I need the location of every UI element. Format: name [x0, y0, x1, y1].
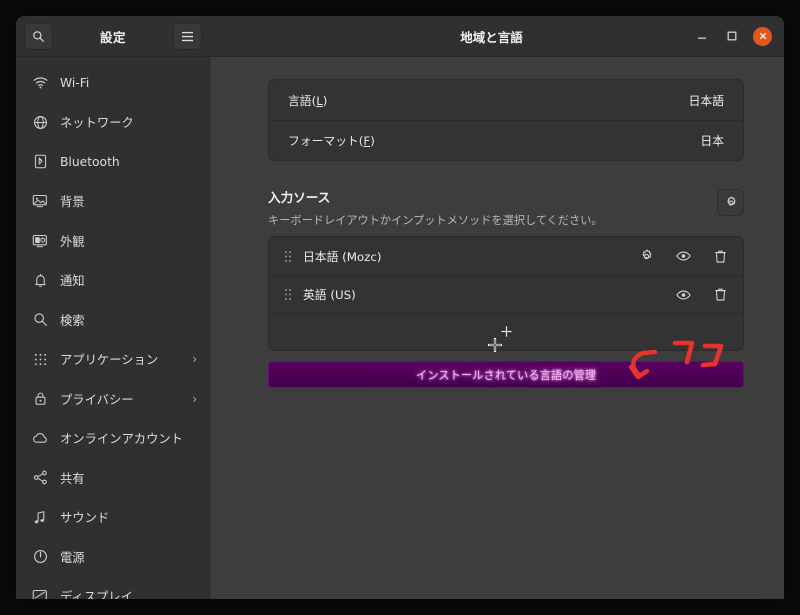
sidebar-item-label: 通知: [60, 271, 197, 289]
input-sources-list: 日本語 (Mozc): [268, 236, 744, 351]
language-card: 言語(L) 日本語 フォーマット(F) 日本: [268, 79, 744, 161]
window-body: Wi-Fi ネットワーク: [16, 57, 784, 599]
add-input-source-button[interactable]: [269, 313, 743, 350]
input-source-preview-icon[interactable]: [675, 286, 692, 303]
window-controls: [693, 27, 776, 46]
sidebar-item-display[interactable]: ディスプレイ: [16, 577, 209, 600]
close-button[interactable]: [753, 27, 772, 46]
settings-sidebar[interactable]: Wi-Fi ネットワーク: [16, 57, 210, 599]
lock-icon: [30, 391, 50, 406]
input-source-remove-icon[interactable]: [712, 286, 729, 303]
sidebar-header: 設定: [16, 16, 210, 56]
sidebar-item-label: オンラインアカウント: [60, 429, 197, 447]
input-sources-title: 入力ソース: [268, 187, 603, 206]
input-source-name: 日本語 (Mozc): [303, 248, 638, 265]
sidebar-item-label: アプリケーション: [60, 350, 192, 368]
input-source-actions: [675, 286, 729, 303]
apps-grid-icon: [30, 353, 50, 366]
sidebar-item-label: 電源: [60, 548, 197, 566]
sidebar-item-label: 外観: [60, 232, 197, 250]
sidebar-item-label: プライバシー: [60, 390, 192, 408]
input-source-preview-icon[interactable]: [675, 248, 692, 265]
sidebar-item-notifications[interactable]: 通知: [16, 261, 209, 301]
chevron-right-icon: ›: [192, 352, 199, 366]
minimize-button[interactable]: [693, 28, 710, 45]
sidebar-item-network[interactable]: ネットワーク: [16, 103, 209, 143]
desktop-background: 設定 地域と言語: [0, 0, 800, 615]
page-title: 地域と言語: [210, 27, 693, 46]
sidebar-item-background[interactable]: 背景: [16, 182, 209, 222]
sidebar-item-online-accounts[interactable]: オンラインアカウント: [16, 419, 209, 459]
input-source-row[interactable]: 日本語 (Mozc): [269, 237, 743, 275]
sidebar-item-wifi[interactable]: Wi-Fi: [16, 63, 209, 103]
sidebar-item-search[interactable]: 検索: [16, 300, 209, 340]
window-header-bar: 設定 地域と言語: [16, 16, 784, 57]
language-row[interactable]: 言語(L) 日本語: [269, 80, 743, 120]
manage-installed-languages-button[interactable]: インストールされている言語の管理: [268, 361, 744, 388]
search-icon: [32, 30, 45, 43]
language-label: 言語(L): [288, 92, 327, 109]
sidebar-item-label: ネットワーク: [60, 113, 197, 131]
music-note-icon: [30, 510, 50, 525]
settings-window: 設定 地域と言語: [16, 16, 784, 599]
sidebar-item-applications[interactable]: アプリケーション ›: [16, 340, 209, 380]
appearance-icon: [30, 234, 50, 248]
cloud-icon: [30, 432, 50, 444]
sidebar-item-label: Bluetooth: [60, 155, 197, 169]
bluetooth-icon: [30, 154, 50, 169]
maximize-icon: [726, 30, 738, 42]
sidebar-item-bluetooth[interactable]: Bluetooth: [16, 142, 209, 182]
sidebar-title: 設定: [53, 27, 173, 46]
sidebar-item-sharing[interactable]: 共有: [16, 458, 209, 498]
sidebar-item-label: 検索: [60, 311, 197, 329]
sidebar-item-label: ディスプレイ: [60, 587, 197, 599]
sidebar-item-label: 共有: [60, 469, 197, 487]
background-monitor-icon: [30, 194, 50, 208]
input-sources-settings-button[interactable]: [717, 189, 744, 216]
sidebar-item-label: サウンド: [60, 508, 197, 526]
input-source-name: 英語 (US): [303, 286, 675, 303]
settings-content: 言語(L) 日本語 フォーマット(F) 日本 入力ソース キーボードレイアウトか…: [210, 57, 784, 599]
input-sources-heading-text: 入力ソース キーボードレイアウトかインプットメソッドを選択してください。: [268, 187, 603, 228]
plus-icon: [500, 323, 513, 342]
format-label: フォーマット(F): [288, 132, 375, 149]
hamburger-menu-icon: [181, 31, 194, 42]
maximize-button[interactable]: [723, 28, 740, 45]
wifi-icon: [30, 76, 50, 89]
language-value: 日本語: [689, 92, 724, 109]
input-source-settings-icon[interactable]: [638, 248, 655, 265]
minimize-icon: [696, 30, 708, 42]
format-value: 日本: [700, 132, 724, 149]
gear-icon: [724, 196, 738, 210]
network-globe-icon: [30, 115, 50, 130]
close-icon: [758, 31, 768, 41]
format-row[interactable]: フォーマット(F) 日本: [269, 120, 743, 160]
share-icon: [30, 470, 50, 485]
display-monitor-icon: [30, 589, 50, 599]
input-source-row[interactable]: 英語 (US): [269, 275, 743, 313]
drag-handle-icon[interactable]: [281, 250, 295, 263]
input-source-actions: [638, 248, 729, 265]
sidebar-item-appearance[interactable]: 外観: [16, 221, 209, 261]
input-source-remove-icon[interactable]: [712, 248, 729, 265]
drag-handle-icon[interactable]: [281, 288, 295, 301]
power-icon: [30, 549, 50, 564]
input-sources-header: 入力ソース キーボードレイアウトかインプットメソッドを選択してください。: [268, 187, 744, 228]
search-button[interactable]: [24, 23, 53, 50]
chevron-right-icon: ›: [192, 392, 199, 406]
content-header: 地域と言語: [210, 16, 784, 56]
sidebar-item-privacy[interactable]: プライバシー ›: [16, 379, 209, 419]
search-icon: [30, 312, 50, 327]
sidebar-item-sound[interactable]: サウンド: [16, 498, 209, 538]
sidebar-item-label: Wi-Fi: [60, 76, 197, 90]
bell-icon: [30, 273, 50, 288]
sidebar-item-label: 背景: [60, 192, 197, 210]
input-sources-subtitle: キーボードレイアウトかインプットメソッドを選択してください。: [268, 212, 603, 228]
sidebar-item-power[interactable]: 電源: [16, 537, 209, 577]
menu-button[interactable]: [173, 23, 202, 50]
